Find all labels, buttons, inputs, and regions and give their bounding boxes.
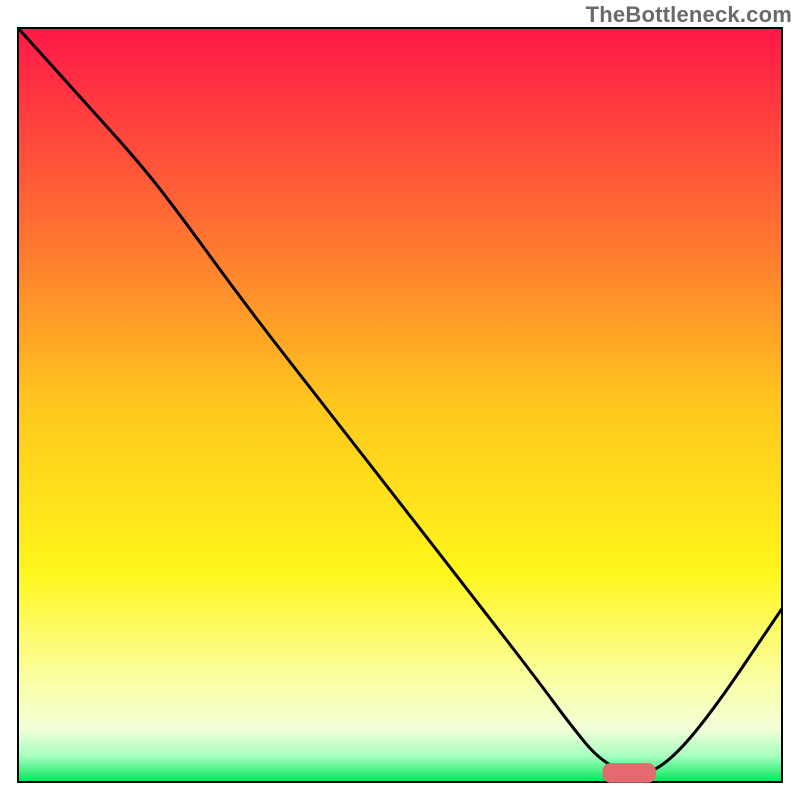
watermark-text: TheBottleneck.com bbox=[586, 2, 792, 28]
optimal-range-marker bbox=[602, 763, 655, 783]
plot-background bbox=[18, 28, 782, 782]
chart-container: TheBottleneck.com bbox=[0, 0, 800, 800]
chart-svg bbox=[0, 0, 800, 800]
